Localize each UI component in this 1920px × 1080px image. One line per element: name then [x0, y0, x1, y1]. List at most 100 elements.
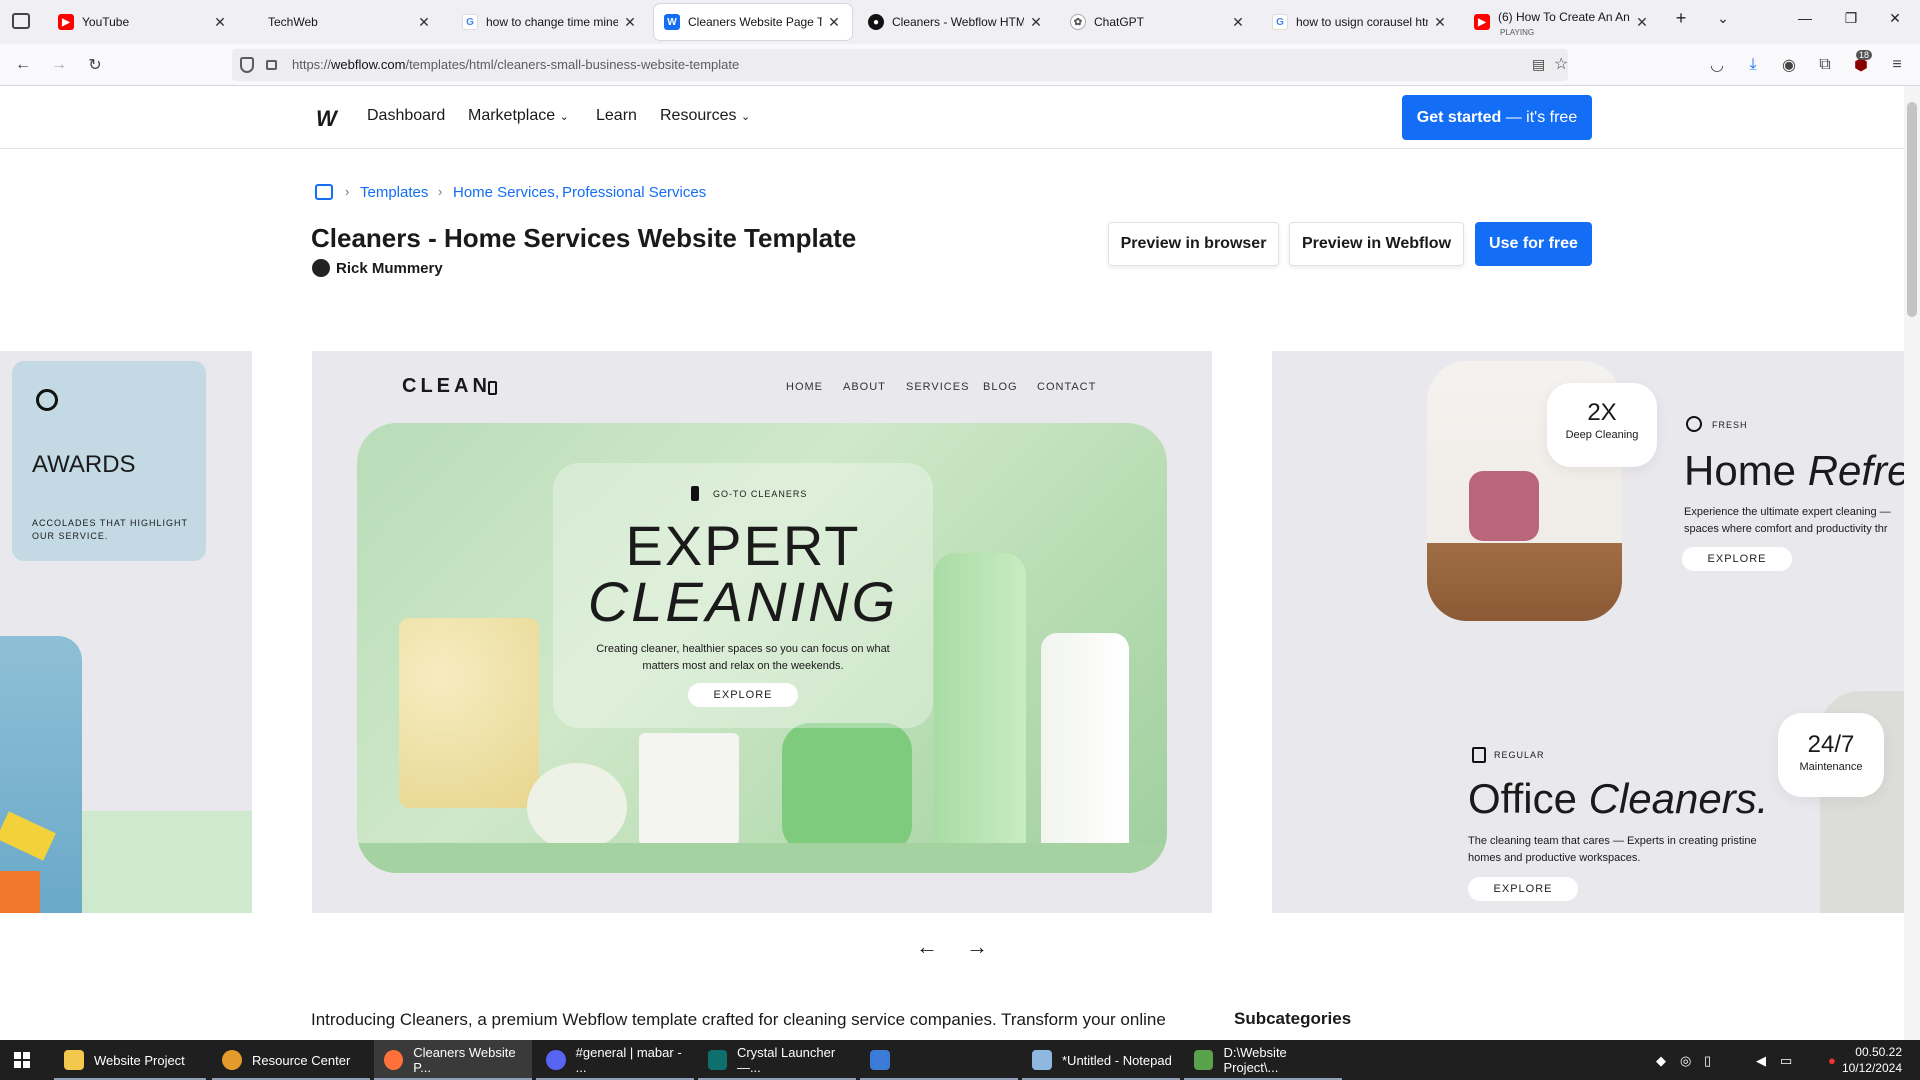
sponge-image — [399, 618, 539, 808]
browser-tab-strip: ▶ YouTube ✕ TechWeb ✕ G how to change ti… — [0, 0, 1920, 44]
back-icon[interactable]: ← — [12, 54, 34, 76]
taskbar-item-label: Cleaners Website P... — [413, 1045, 516, 1075]
template-intro-text: Introducing Cleaners, a premium Webflow … — [311, 1010, 1166, 1029]
breadcrumb-chevron-icon: › — [345, 184, 350, 199]
reader-view-icon[interactable]: ▤ — [1532, 56, 1545, 73]
green-sponge-image — [782, 723, 912, 853]
browser-tab[interactable]: ✿ ChatGPT ✕ — [1060, 4, 1256, 40]
tray-discord-icon[interactable]: ◆ — [1656, 1053, 1666, 1069]
breadcrumb-professional-services[interactable]: Professional Services — [562, 184, 706, 201]
heading-italic: Cleaners. — [1588, 775, 1769, 822]
webflow-logo-icon[interactable]: W — [316, 106, 337, 132]
hero-eyebrow: GO-TO CLEANERS — [713, 489, 808, 499]
menu-marketplace[interactable]: Marketplace ⌄ — [468, 107, 569, 125]
get-started-button[interactable]: Get started — it's free — [1402, 95, 1592, 140]
stat-value: 2X — [1587, 399, 1617, 426]
carousel-prev-arrow-icon[interactable]: ← — [916, 934, 938, 960]
url-bar[interactable]: https://webflow.com/templates/html/clean… — [232, 49, 1568, 81]
page-title: Cleaners - Home Services Website Templat… — [311, 223, 857, 253]
tray-steam-icon[interactable]: ◎ — [1680, 1053, 1691, 1069]
awards-desc: ACCOLADES THAT HIGHLIGHT OUR SERVICE. — [32, 518, 188, 541]
hero-content-card: GO-TO CLEANERS EXPERT CLEANING Creating … — [553, 463, 933, 728]
webflow-icon: W — [664, 14, 680, 30]
menu-resources[interactable]: Resources ⌄ — [660, 107, 750, 125]
preview-in-browser-button[interactable]: Preview in browser — [1108, 222, 1279, 266]
close-icon[interactable]: ✕ — [826, 14, 842, 31]
browser-tab[interactable]: G how to usign corausel htm ✕ — [1262, 4, 1458, 40]
tab-playing-status: PLAYING — [1500, 28, 1535, 37]
new-tab-icon[interactable]: + — [1666, 8, 1696, 29]
stat-value: 24/7 — [1807, 731, 1855, 758]
breadcrumb-templates[interactable]: Templates — [360, 184, 428, 201]
reload-icon[interactable]: ↻ — [84, 54, 106, 76]
browser-tab[interactable]: G how to change time minec ✕ — [452, 4, 648, 40]
close-icon[interactable]: ✕ — [1634, 14, 1650, 31]
tab-list-icon[interactable] — [12, 13, 30, 29]
url-text[interactable]: https://webflow.com/templates/html/clean… — [292, 57, 739, 72]
browser-tab-active[interactable]: W Cleaners Website Page Tem ✕ — [654, 4, 852, 40]
author-name: Rick Mummery — [336, 259, 443, 277]
close-icon[interactable]: ✕ — [212, 14, 228, 31]
menu-icon[interactable]: ≡ — [1886, 54, 1908, 76]
get-started-sub: — it's free — [1501, 108, 1578, 126]
bookmark-star-icon[interactable]: ☆ — [1554, 54, 1568, 74]
author[interactable]: Rick Mummery — [312, 259, 443, 277]
taskbar-item-notepad[interactable]: *Untitled - Notepad — [1022, 1040, 1180, 1080]
system-clock[interactable]: 00.50.22 10/12/2024 — [1842, 1044, 1902, 1076]
menu-dashboard[interactable]: Dashboard — [367, 107, 445, 125]
browser-tab[interactable]: TechWeb ✕ — [248, 4, 442, 40]
lock-icon[interactable] — [266, 60, 277, 70]
taskbar-item-app[interactable] — [860, 1040, 1018, 1080]
mock-nav-home: HOME — [786, 381, 823, 393]
close-icon[interactable]: ✕ — [416, 14, 432, 31]
explore-button-1: EXPLORE — [1682, 547, 1792, 571]
pocket-icon[interactable]: ◡ — [1706, 54, 1728, 76]
browser-tab[interactable]: ▶ YouTube ✕ — [48, 4, 238, 40]
taskbar-item-discord[interactable]: #general | mabar - ... — [536, 1040, 694, 1080]
minimize-icon[interactable]: — — [1790, 10, 1820, 26]
extensions-icon[interactable]: ⧉ — [1814, 54, 1836, 76]
carousel-next-arrow-icon[interactable]: → — [966, 934, 988, 960]
chevron-down-icon: ⌄ — [559, 111, 569, 123]
carousel-slide-current[interactable]: CLEAN HOME ABOUT SERVICES BLOG CONTACT G… — [312, 351, 1212, 913]
close-icon[interactable]: ✕ — [1028, 14, 1044, 31]
taskbar-item-website-project[interactable]: Website Project — [54, 1040, 206, 1080]
hero-headline-2: CLEANING — [587, 570, 899, 633]
carousel-slide-next[interactable]: 2X Deep Cleaning FRESH Home Refres Exper… — [1272, 351, 1904, 913]
menu-learn[interactable]: Learn — [596, 107, 637, 125]
close-icon[interactable]: ✕ — [1230, 14, 1246, 31]
taskbar-item-explorer-path[interactable]: D:\Website Project\... — [1184, 1040, 1342, 1080]
page-scrollbar[interactable] — [1904, 86, 1920, 1040]
tab-overflow-chevron-icon[interactable]: ⌄ — [1708, 10, 1738, 27]
downloads-icon[interactable]: ⤓ — [1742, 54, 1764, 76]
breadcrumb-home-services[interactable]: Home Services — [453, 184, 555, 201]
close-icon[interactable]: ✕ — [622, 14, 638, 31]
folder-icon — [64, 1050, 84, 1070]
shield-icon[interactable] — [240, 57, 254, 73]
taskbar-item-resource-center[interactable]: Resource Center — [212, 1040, 370, 1080]
close-icon[interactable]: ✕ — [1432, 14, 1448, 31]
site-header: W Dashboard Marketplace ⌄ Learn Resource… — [0, 86, 1904, 149]
tray-battery-icon[interactable]: ▯ — [1704, 1053, 1711, 1069]
marketplace-store-icon[interactable] — [315, 184, 333, 200]
browser-tab[interactable]: ● Cleaners - Webflow HTML ✕ — [858, 4, 1054, 40]
restore-icon[interactable]: ❐ — [1836, 10, 1866, 27]
preview-in-webflow-button[interactable]: Preview in Webflow — [1289, 222, 1464, 266]
smile-icon — [1686, 416, 1702, 432]
taskbar-item-crystal-launcher[interactable]: Crystal Launcher —... — [698, 1040, 856, 1080]
carousel-slide-previous[interactable]: AWARDS ACCOLADES THAT HIGHLIGHT OUR SERV… — [0, 351, 252, 913]
taskbar-item-firefox[interactable]: Cleaners Website P... — [374, 1040, 532, 1080]
browser-tab[interactable]: ▶ (6) How To Create An Anim PLAYING ✕ — [1464, 4, 1660, 40]
taskbar-item-label: Resource Center — [252, 1052, 351, 1068]
tray-network-icon[interactable]: ▭ — [1780, 1053, 1792, 1069]
forward-icon[interactable]: → — [48, 54, 70, 76]
tray-app-icon[interactable]: ● — [1828, 1053, 1836, 1068]
account-icon[interactable]: ◉ — [1778, 54, 1800, 76]
browser-navigation-bar: ← → ↻ https://webflow.com/templates/html… — [0, 44, 1920, 86]
tray-volume-icon[interactable]: ◀ — [1756, 1053, 1766, 1069]
window-close-icon[interactable]: ✕ — [1880, 10, 1910, 27]
scrollbar-thumb[interactable] — [1907, 102, 1917, 317]
use-for-free-button[interactable]: Use for free — [1475, 222, 1592, 266]
windows-start-icon[interactable] — [14, 1052, 30, 1068]
mock-nav-blog: BLOG — [983, 381, 1018, 393]
